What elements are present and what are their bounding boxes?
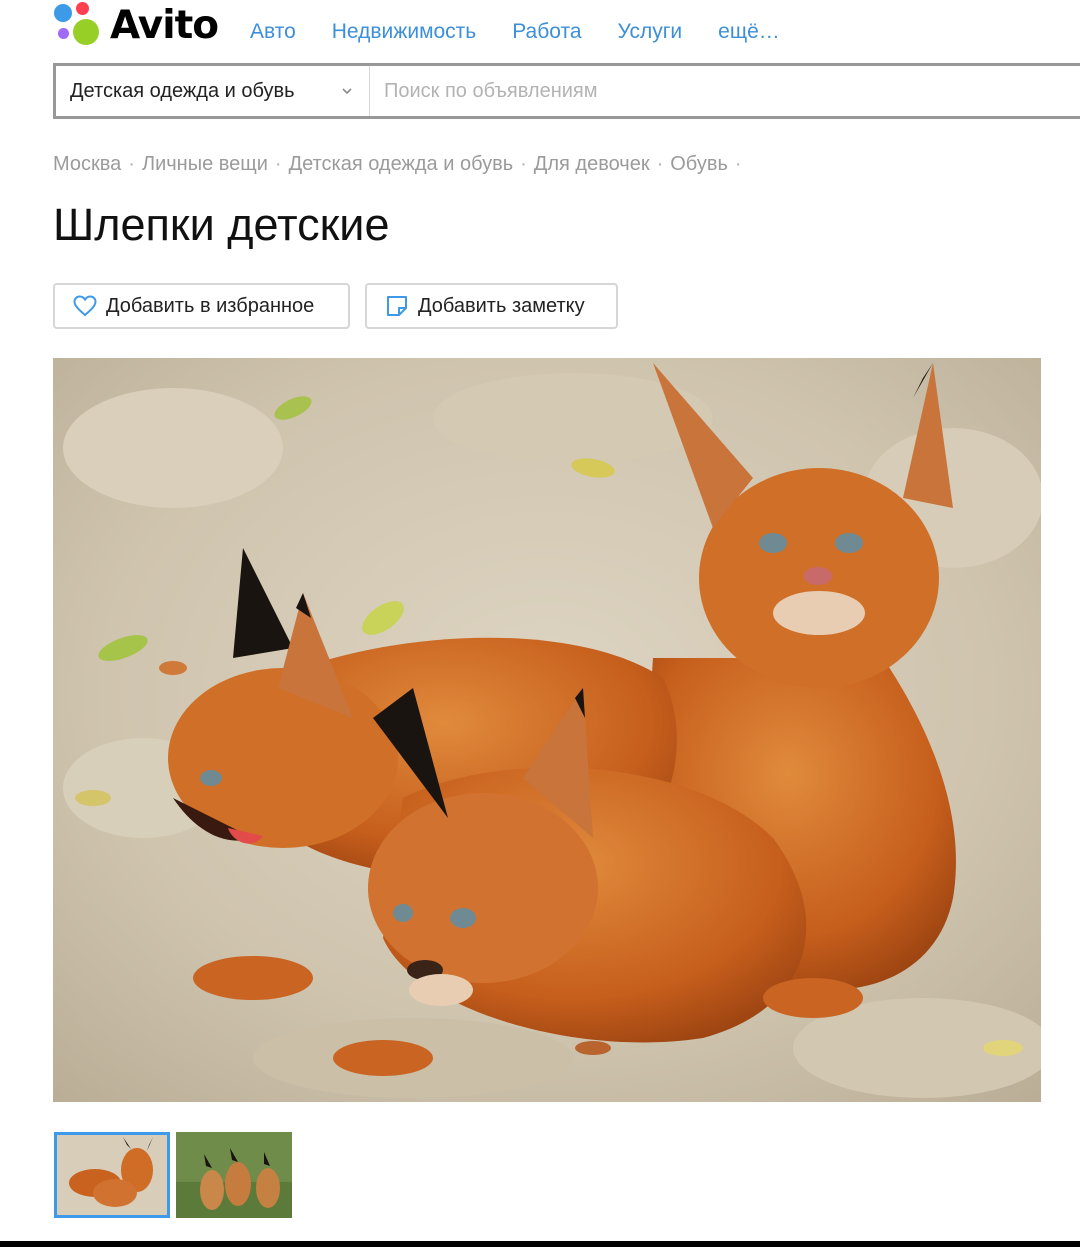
breadcrumb-item-shoes[interactable]: Обувь bbox=[670, 153, 728, 176]
gallery-thumbnail[interactable] bbox=[54, 1132, 170, 1218]
breadcrumb: Москва · Личные вещи · Детская одежда и … bbox=[53, 153, 749, 176]
breadcrumb-item-girls[interactable]: Для девочек bbox=[534, 153, 650, 176]
nav-link-jobs[interactable]: Работа bbox=[512, 18, 581, 46]
logo-dot-green bbox=[73, 19, 99, 45]
note-icon bbox=[387, 296, 407, 316]
divider bbox=[0, 1241, 1080, 1247]
caracal-kittens-image bbox=[53, 358, 1041, 1102]
breadcrumb-separator: · bbox=[274, 153, 282, 175]
search-input[interactable] bbox=[370, 66, 1080, 116]
nav-link-auto[interactable]: Авто bbox=[250, 18, 296, 46]
breadcrumb-item-kids-clothing[interactable]: Детская одежда и обувь bbox=[289, 153, 514, 176]
breadcrumb-item-city[interactable]: Москва bbox=[53, 153, 121, 176]
nav-link-realty[interactable]: Недвижимость bbox=[332, 18, 476, 46]
add-to-favorites-label: Добавить в избранное bbox=[106, 294, 315, 317]
category-select-value: Детская одежда и обувь bbox=[70, 79, 295, 102]
breadcrumb-item-personal[interactable]: Личные вещи bbox=[142, 153, 268, 176]
breadcrumb-separator: · bbox=[520, 153, 527, 175]
heart-icon bbox=[73, 295, 97, 317]
breadcrumb-separator: · bbox=[128, 153, 135, 175]
logo-dot-purple bbox=[58, 28, 69, 39]
logo-dot-red bbox=[76, 2, 89, 15]
add-to-favorites-button[interactable]: Добавить в избранное bbox=[53, 283, 350, 329]
gallery-thumbnail[interactable] bbox=[176, 1132, 292, 1218]
thumbnail-sand-kittens-image bbox=[57, 1135, 167, 1215]
page-title: Шлепки детские bbox=[53, 199, 390, 250]
category-select[interactable]: Детская одежда и обувь bbox=[56, 66, 370, 116]
logo-wordmark: Avito bbox=[110, 3, 219, 48]
add-note-label: Добавить заметку bbox=[418, 294, 585, 317]
main-photo[interactable] bbox=[53, 358, 1041, 1102]
avito-logo[interactable]: Avito bbox=[54, 2, 219, 50]
top-nav: Авто Недвижимость Работа Услуги ещё… bbox=[250, 18, 816, 46]
logo-dot-blue bbox=[54, 4, 72, 22]
breadcrumb-separator: · bbox=[656, 153, 664, 175]
nav-link-services[interactable]: Услуги bbox=[618, 18, 683, 46]
logo-dots-icon bbox=[54, 2, 102, 50]
nav-link-more[interactable]: ещё… bbox=[718, 18, 780, 46]
search-bar: Детская одежда и обувь bbox=[53, 63, 1080, 119]
breadcrumb-separator: · bbox=[734, 153, 742, 175]
thumbnail-grass-kittens-image bbox=[176, 1132, 292, 1218]
add-note-button[interactable]: Добавить заметку bbox=[365, 283, 618, 329]
chevron-down-icon bbox=[342, 88, 352, 95]
